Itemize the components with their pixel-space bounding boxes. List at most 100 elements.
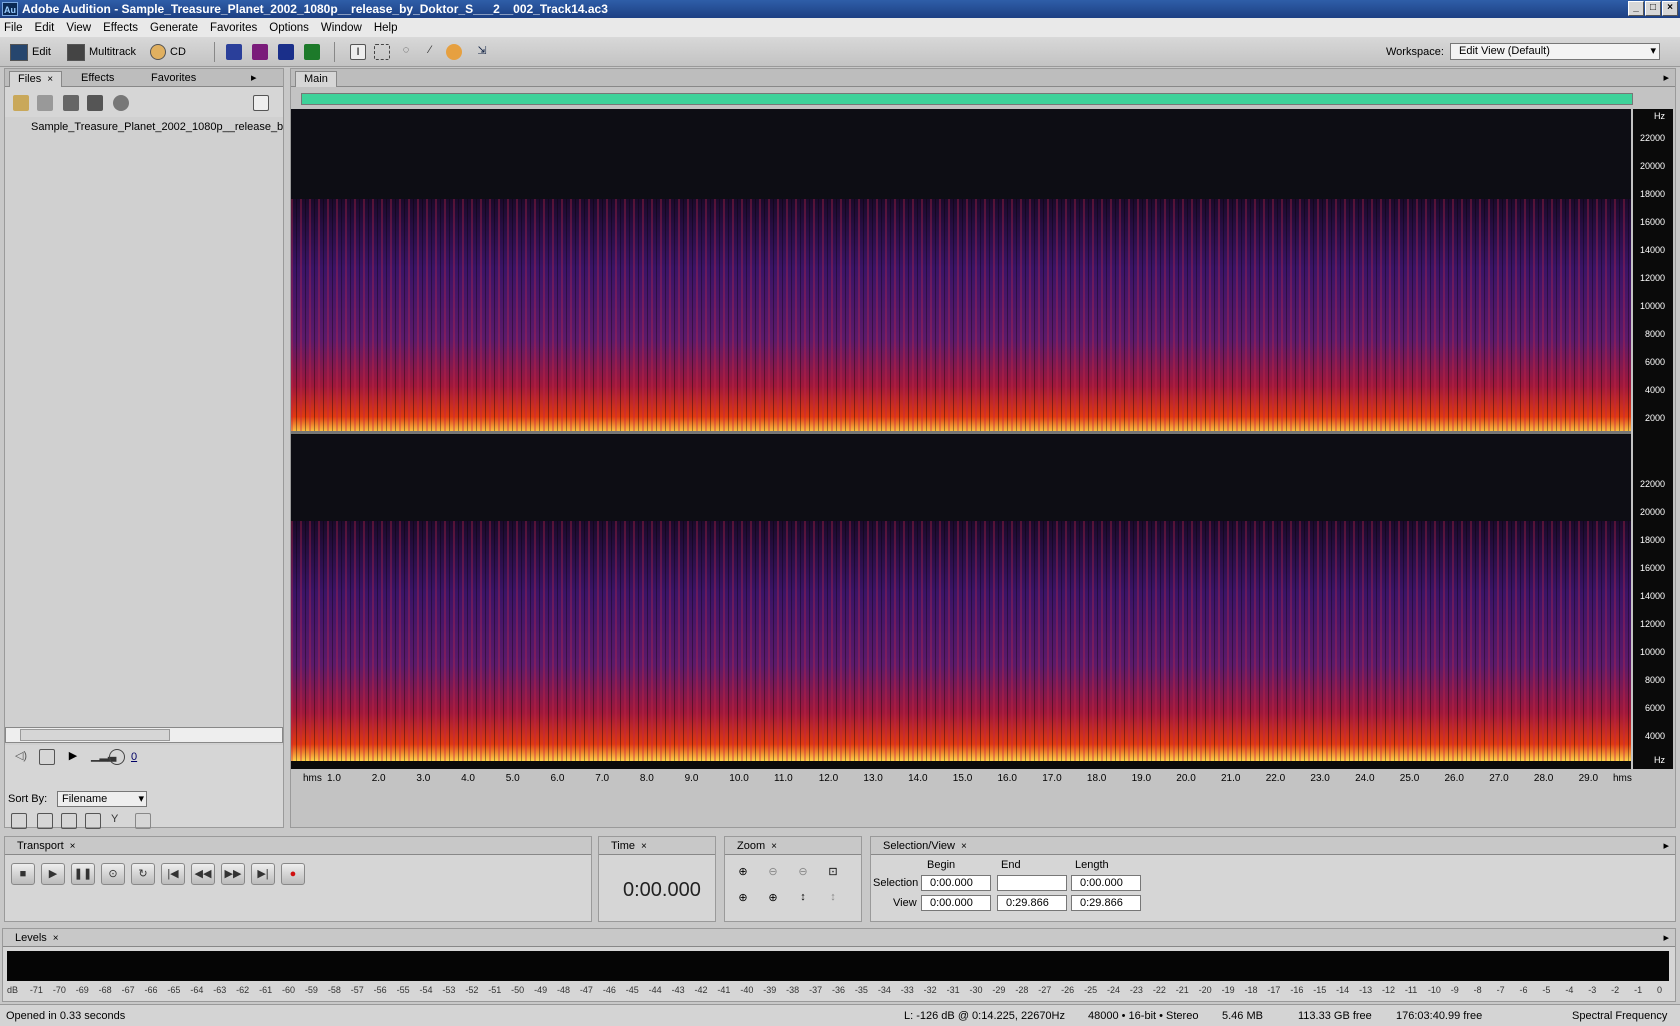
menu-file[interactable]: File — [4, 22, 23, 34]
maximize-button[interactable]: □ — [1645, 1, 1661, 16]
multitrack-view-button[interactable]: Multitrack — [67, 42, 136, 62]
spot-healing-tool-icon[interactable] — [446, 44, 462, 60]
go-to-end-button[interactable]: ▶| — [251, 863, 275, 885]
db-tick: -68 — [98, 985, 112, 995]
open-file-icon[interactable] — [13, 95, 29, 111]
menu-help[interactable]: Help — [374, 22, 398, 34]
tab-favorites[interactable]: Favorites — [143, 71, 204, 87]
time-tick: 13.0 — [863, 773, 883, 784]
lasso-tool-icon[interactable]: ◌ — [398, 44, 414, 60]
view-end-field[interactable]: 0:29.866 — [997, 895, 1067, 911]
fast-forward-button[interactable]: ▶▶ — [221, 863, 245, 885]
zoom-selection-icon[interactable]: ⊡ — [825, 865, 841, 881]
close-icon[interactable]: × — [641, 841, 647, 852]
minimize-button[interactable]: _ — [1628, 1, 1644, 16]
zoom-out-icon[interactable]: ⊖ — [765, 865, 781, 881]
zoom-right-icon[interactable]: ⊕ — [765, 891, 781, 907]
tab-selection-view[interactable]: Selection/View × — [875, 839, 975, 855]
pause-button[interactable]: ❚❚ — [71, 863, 95, 885]
tab-transport[interactable]: Transport × — [9, 839, 84, 855]
zoom-left-icon[interactable]: ⊕ — [735, 891, 751, 907]
file-filter-icon[interactable] — [253, 95, 269, 111]
close-icon[interactable]: × — [771, 841, 777, 852]
tab-files[interactable]: Files × — [9, 71, 63, 87]
menu-generate[interactable]: Generate — [150, 22, 198, 34]
tab-main[interactable]: Main — [295, 71, 337, 87]
workspace-select[interactable]: Edit View (Default) ▾ — [1450, 43, 1660, 60]
zoom-in-vertical-icon[interactable]: ↕ — [795, 891, 811, 907]
chevron-down-icon: ▾ — [138, 793, 144, 805]
horizontal-scrollbar[interactable] — [5, 727, 283, 743]
stop-button[interactable]: ■ — [11, 863, 35, 885]
close-button[interactable]: × — [1662, 1, 1678, 16]
show-loops-icon[interactable] — [37, 813, 53, 829]
status-time-free: 176:03:40.99 free — [1396, 1010, 1483, 1022]
time-selection-tool-icon[interactable]: I — [350, 44, 366, 60]
speaker-icon[interactable]: ◁) — [13, 749, 29, 765]
play-from-cursor-button[interactable]: ⊙ — [101, 863, 125, 885]
panel-menu-icon[interactable]: ▸ — [1663, 839, 1669, 855]
import-icon[interactable] — [63, 95, 79, 111]
play-button[interactable]: ▶ — [41, 863, 65, 885]
time-ruler[interactable]: hms hms 1.0 2.0 3.0 4.0 5.0 6.0 7.0 8.0 9.0 10.0 1… — [291, 769, 1675, 789]
menu-view[interactable]: View — [66, 22, 91, 34]
tab-zoom[interactable]: Zoom × — [729, 839, 785, 855]
full-paths-icon[interactable] — [135, 813, 151, 829]
close-icon[interactable]: × — [961, 841, 967, 852]
close-icon[interactable]: × — [47, 74, 53, 85]
close-icon[interactable]: × — [53, 933, 59, 944]
go-to-start-button[interactable]: |◀ — [161, 863, 185, 885]
menu-window[interactable]: Window — [321, 22, 362, 34]
sort-select[interactable]: Filename ▾ — [57, 791, 147, 807]
view-length-field[interactable]: 0:29.866 — [1071, 895, 1141, 911]
view-begin-field[interactable]: 0:00.000 — [921, 895, 991, 911]
volume-knob-icon[interactable] — [109, 749, 125, 765]
selection-length-field[interactable]: 0:00.000 — [1071, 875, 1141, 891]
overview-bar[interactable] — [301, 93, 1633, 105]
record-file-icon[interactable] — [113, 95, 129, 111]
freq-unit: Hz — [1654, 755, 1665, 765]
menu-edit[interactable]: Edit — [35, 22, 55, 34]
volume-icon[interactable]: ▁▂▃ — [91, 749, 116, 765]
zoom-out-full-icon[interactable]: ⊖ — [795, 865, 811, 881]
filter-icon[interactable]: Y — [111, 813, 127, 829]
zoom-out-vertical-icon[interactable]: ↕ — [825, 891, 841, 907]
rewind-button[interactable]: ◀◀ — [191, 863, 215, 885]
volume-value[interactable]: 0 — [131, 751, 137, 763]
loop-icon[interactable] — [39, 749, 55, 765]
menu-effects[interactable]: Effects — [103, 22, 138, 34]
waveform-display-icon[interactable] — [226, 44, 242, 60]
scroll-thumb[interactable] — [20, 729, 170, 741]
hybrid-tool-icon[interactable]: ⇲ — [474, 44, 490, 60]
tab-levels[interactable]: Levels × — [7, 931, 67, 947]
menu-options[interactable]: Options — [269, 22, 309, 34]
close-icon[interactable]: × — [70, 841, 76, 852]
close-file-icon[interactable] — [37, 95, 53, 111]
show-midi-icon[interactable] — [85, 813, 101, 829]
phase-display-icon[interactable] — [304, 44, 320, 60]
show-tracks-icon[interactable] — [11, 813, 27, 829]
tab-effects[interactable]: Effects — [73, 71, 122, 87]
tab-time[interactable]: Time × — [603, 839, 655, 855]
cd-view-button[interactable]: CD — [150, 42, 186, 62]
selection-end-field[interactable] — [997, 875, 1067, 891]
panel-menu-icon[interactable]: ▸ — [251, 71, 257, 87]
zoom-in-icon[interactable]: ⊕ — [735, 865, 751, 881]
panel-menu-icon[interactable]: ▸ — [1663, 931, 1669, 947]
status-cursor: L: -126 dB @ 0:14.225, 22670Hz — [904, 1010, 1065, 1022]
spectral-display-icon[interactable] — [252, 44, 268, 60]
selection-begin-field[interactable]: 0:00.000 — [921, 875, 991, 891]
record-button[interactable]: ● — [281, 863, 305, 885]
insert-icon[interactable] — [87, 95, 103, 111]
file-list-item[interactable]: Sample_Treasure_Planet_2002_1080p__relea… — [27, 121, 283, 133]
spectral-display[interactable] — [291, 109, 1631, 769]
pan-display-icon[interactable] — [278, 44, 294, 60]
panel-menu-icon[interactable]: ▸ — [1663, 71, 1669, 87]
menu-favorites[interactable]: Favorites — [210, 22, 257, 34]
show-video-icon[interactable] — [61, 813, 77, 829]
brush-tool-icon[interactable]: ⁄ — [422, 44, 438, 60]
marquee-tool-icon[interactable] — [374, 44, 390, 60]
loop-button[interactable]: ↻ — [131, 863, 155, 885]
play-icon[interactable]: ▶ — [65, 749, 81, 765]
edit-view-button[interactable]: Edit — [10, 42, 51, 62]
